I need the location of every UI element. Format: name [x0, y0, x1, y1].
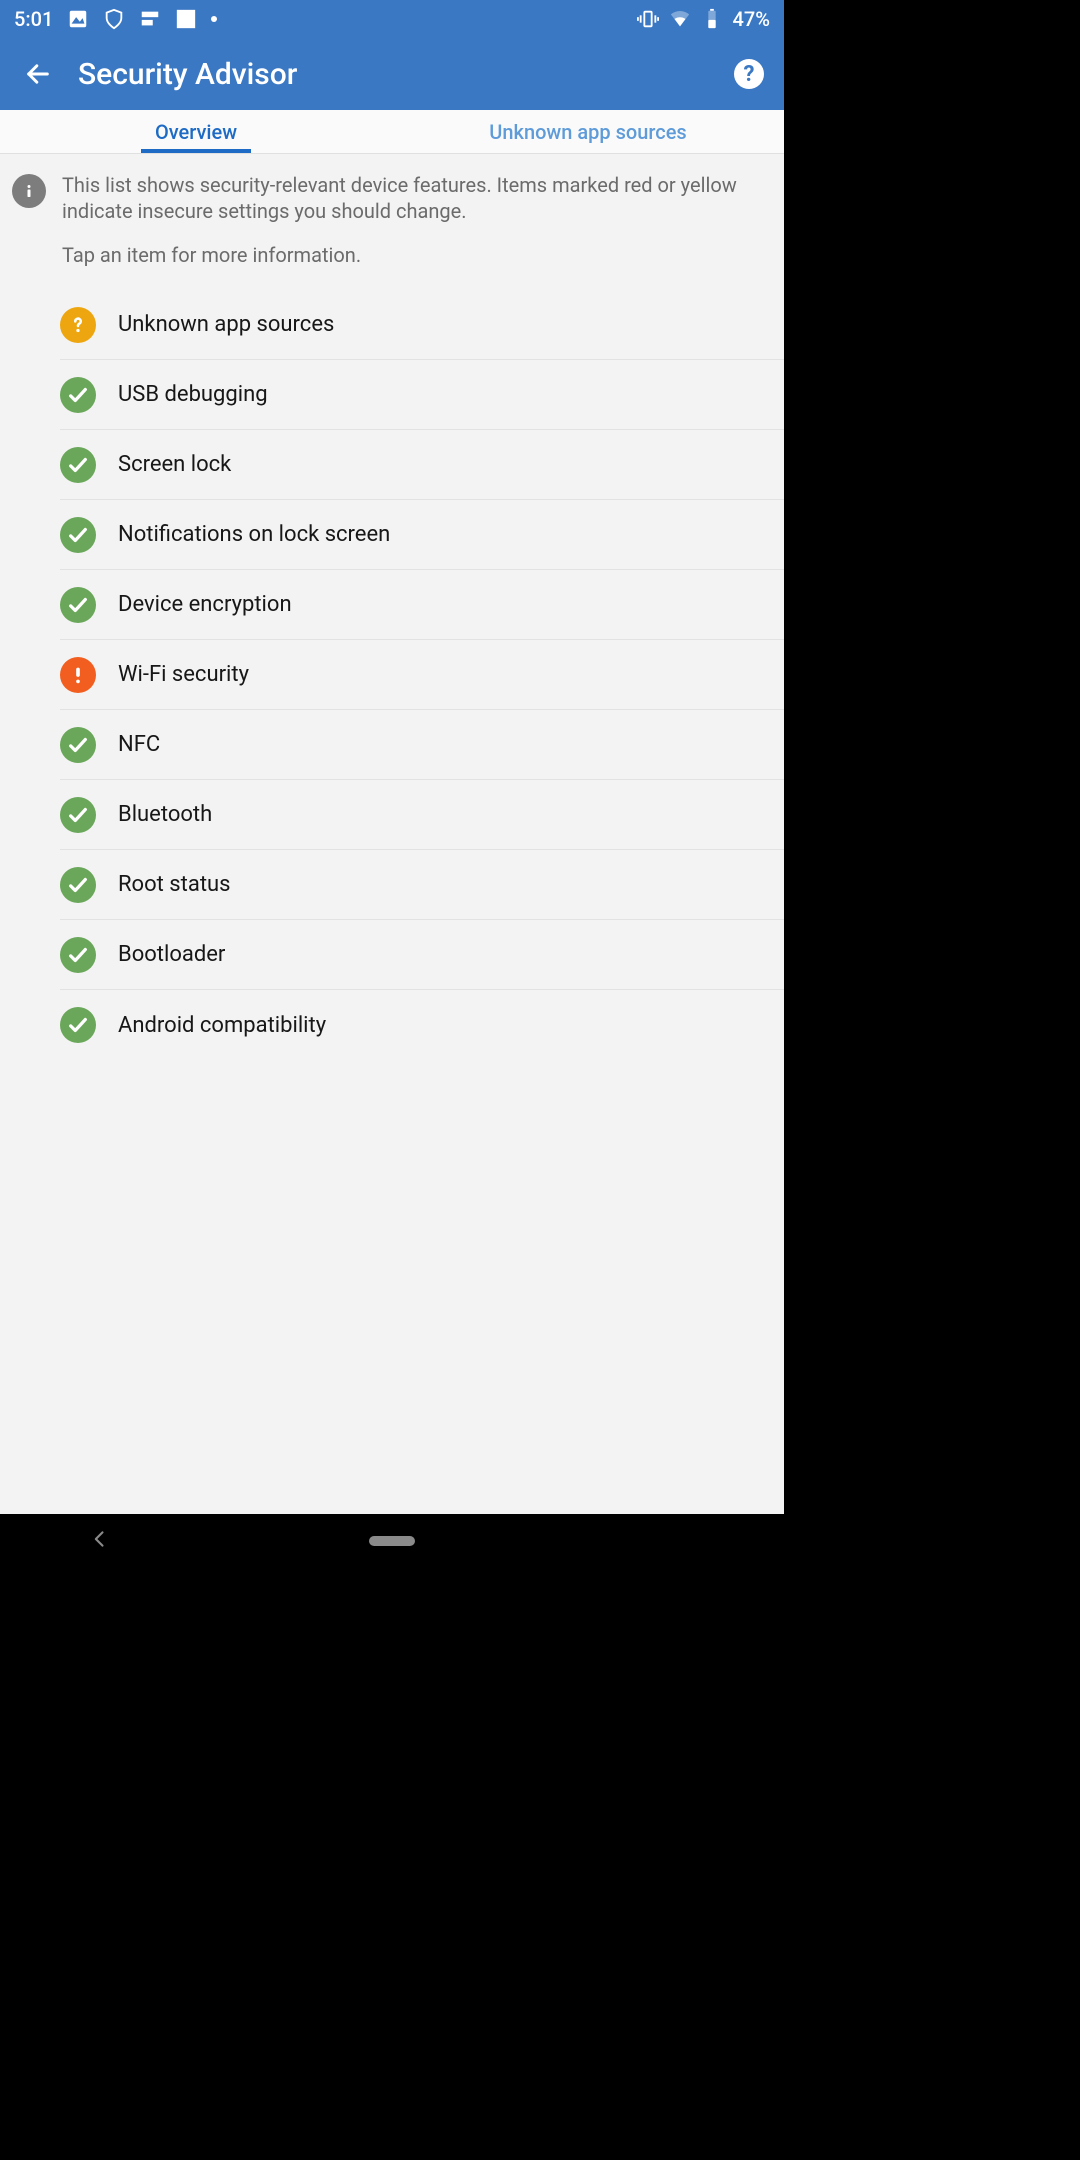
tab-strip: Overview Unknown app sources: [0, 110, 784, 154]
app-bar: Security Advisor ?: [0, 38, 784, 110]
security-item-label: Root status: [118, 872, 231, 897]
tab-overview[interactable]: Overview: [0, 110, 392, 153]
status-bar: 5:01 47%: [0, 0, 784, 38]
shield-icon: [103, 8, 125, 30]
security-item-label: Wi-Fi security: [118, 662, 249, 687]
page-title: Security Advisor: [78, 57, 297, 92]
security-item-row[interactable]: NFC: [60, 710, 784, 780]
app-icon-1: [139, 8, 161, 30]
app-icon-2: [175, 8, 197, 30]
security-item-row[interactable]: Unknown app sources: [60, 290, 784, 360]
back-button[interactable]: [12, 48, 64, 100]
security-item-label: Device encryption: [118, 592, 292, 617]
nav-back-button[interactable]: [90, 1529, 110, 1553]
question-icon: [60, 307, 96, 343]
check-icon: [60, 447, 96, 483]
security-item-label: NFC: [118, 732, 160, 757]
check-icon: [60, 377, 96, 413]
wifi-icon: [669, 8, 691, 30]
battery-icon: [701, 8, 723, 30]
security-item-label: Screen lock: [118, 452, 231, 477]
check-icon: [60, 727, 96, 763]
security-item-list: Unknown app sources USB debugging Screen l…: [0, 290, 784, 1060]
info-icon: [12, 174, 46, 208]
security-item-row[interactable]: Wi-Fi security: [60, 640, 784, 710]
tab-unknown-app-sources[interactable]: Unknown app sources: [392, 110, 784, 153]
exclamation-icon: [60, 657, 96, 693]
more-notifications-dot-icon: [211, 16, 217, 22]
security-item-row[interactable]: Bootloader: [60, 920, 784, 990]
question-mark-icon: ?: [744, 62, 755, 87]
nav-home-pill[interactable]: [369, 1536, 415, 1546]
security-item-row[interactable]: Android compatibility: [60, 990, 784, 1060]
arrow-left-icon: [24, 60, 52, 88]
status-battery-pct: 47%: [733, 7, 770, 31]
tab-label: Overview: [155, 120, 237, 144]
check-icon: [60, 587, 96, 623]
check-icon: [60, 797, 96, 833]
security-item-label: Bootloader: [118, 942, 225, 967]
gallery-icon: [67, 8, 89, 30]
check-icon: [60, 1007, 96, 1043]
security-item-row[interactable]: Notifications on lock screen: [60, 500, 784, 570]
intro-text-2: Tap an item for more information.: [62, 242, 766, 268]
help-button[interactable]: ?: [734, 59, 764, 89]
security-item-label: Unknown app sources: [118, 312, 334, 337]
security-item-row[interactable]: Bluetooth: [60, 780, 784, 850]
check-icon: [60, 937, 96, 973]
check-icon: [60, 867, 96, 903]
intro-text-1: This list shows security-relevant device…: [62, 172, 766, 224]
check-icon: [60, 517, 96, 553]
tab-label: Unknown app sources: [489, 120, 686, 144]
security-item-label: Bluetooth: [118, 802, 212, 827]
security-item-label: Notifications on lock screen: [118, 522, 390, 547]
security-item-row[interactable]: Device encryption: [60, 570, 784, 640]
status-time: 5:01: [14, 7, 53, 31]
system-nav-bar: [0, 1514, 784, 1568]
security-item-row[interactable]: Root status: [60, 850, 784, 920]
security-item-label: USB debugging: [118, 382, 268, 407]
vibrate-icon: [637, 8, 659, 30]
intro-block: This list shows security-relevant device…: [0, 154, 784, 268]
content-area: This list shows security-relevant device…: [0, 154, 784, 1514]
security-item-row[interactable]: USB debugging: [60, 360, 784, 430]
security-item-row[interactable]: Screen lock: [60, 430, 784, 500]
chevron-left-icon: [90, 1529, 110, 1549]
security-item-label: Android compatibility: [118, 1013, 326, 1038]
